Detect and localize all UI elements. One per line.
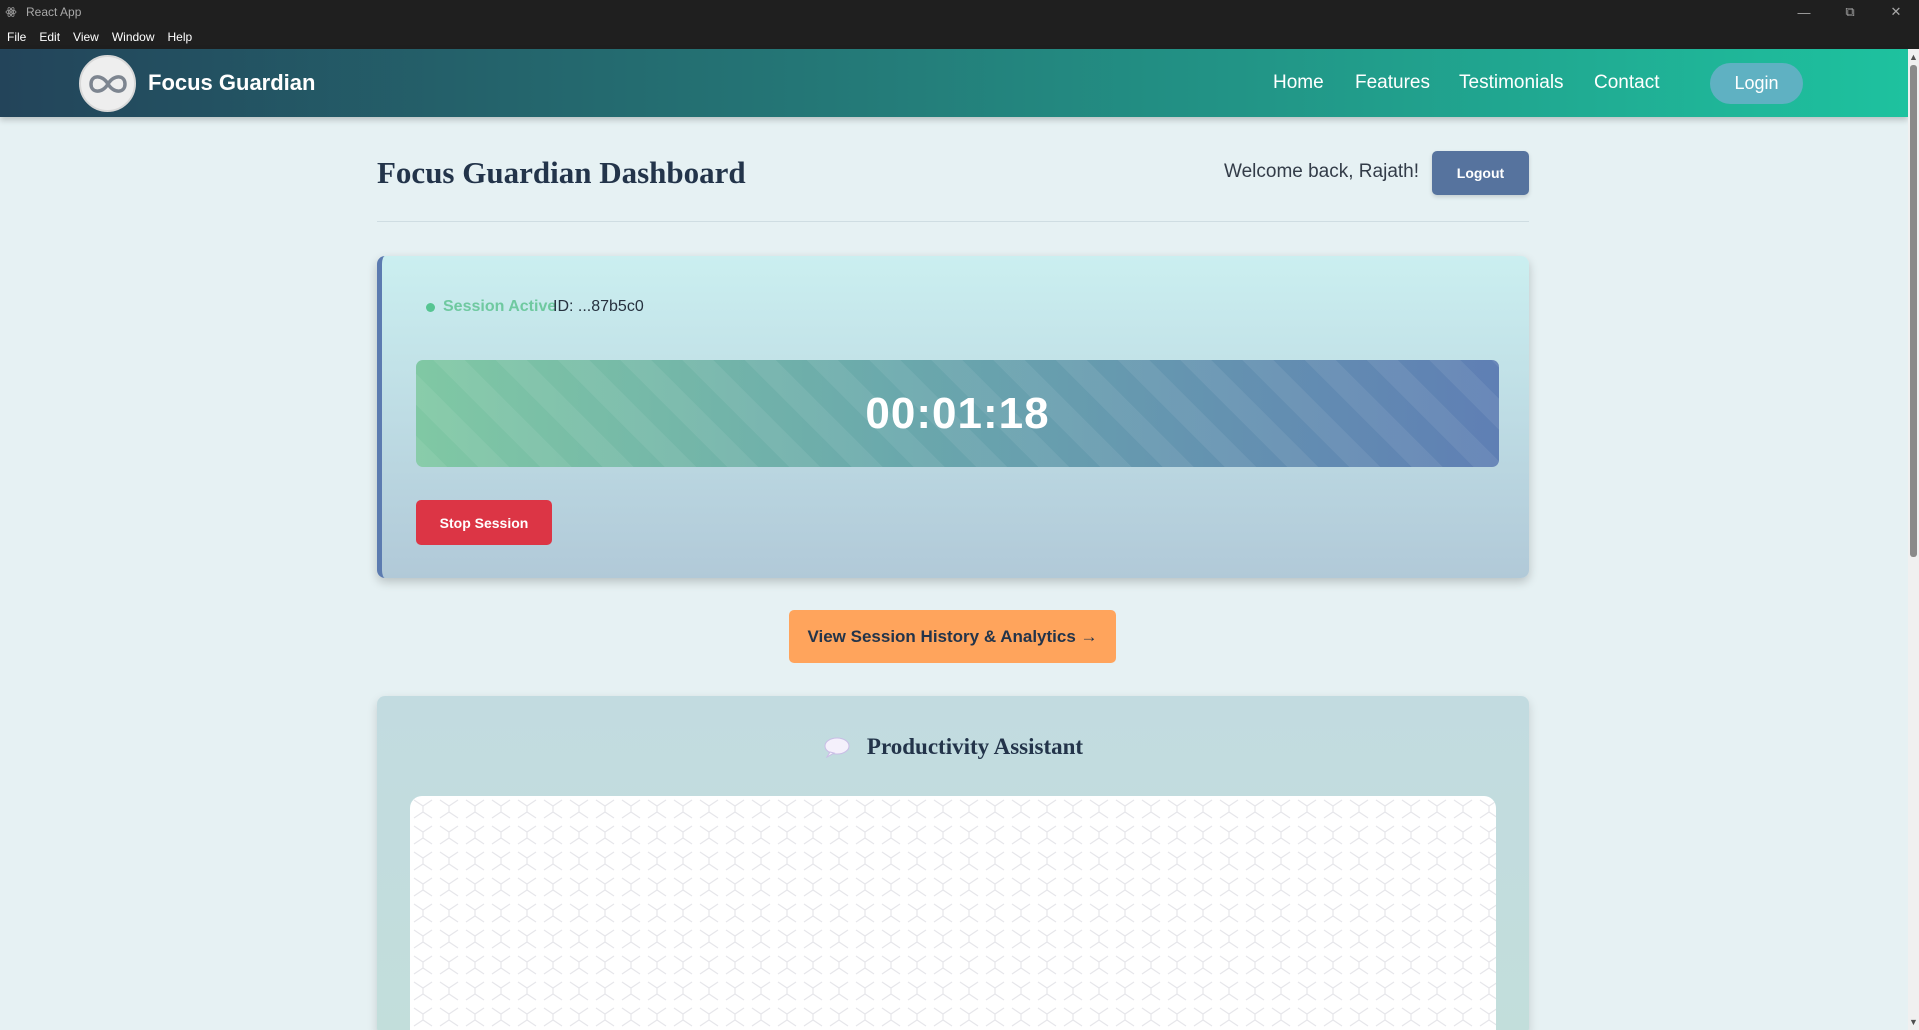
page-title: Focus Guardian Dashboard	[377, 155, 746, 190]
status-dot-icon	[426, 302, 435, 312]
scroll-up-icon[interactable]: ▲	[1908, 51, 1919, 63]
minimize-icon[interactable]: —	[1781, 0, 1827, 24]
session-timer: 00:01:18	[416, 360, 1499, 467]
welcome-message: Welcome back, Rajath!	[1224, 161, 1420, 182]
session-status: Session Active	[426, 298, 556, 316]
restore-icon[interactable]: ⧉	[1827, 0, 1873, 24]
menu-help[interactable]: Help	[168, 30, 193, 44]
menu-file[interactable]: File	[7, 30, 26, 44]
page-scrollbar[interactable]: ▲ ▼	[1908, 49, 1919, 1030]
scroll-thumb[interactable]	[1910, 65, 1917, 557]
window-titlebar: React App — ⧉ ✕	[0, 0, 1919, 24]
menu-edit[interactable]: Edit	[39, 30, 60, 44]
navbar: Focus Guardian Home Features Testimonial…	[0, 49, 1908, 117]
infinity-logo-icon	[88, 74, 127, 93]
assistant-header: Productivity Assistant	[377, 734, 1529, 760]
react-logo-icon	[4, 5, 18, 19]
view-history-button[interactable]: View Session History & Analytics →	[789, 610, 1116, 663]
brand-logo[interactable]	[79, 55, 136, 112]
logout-button[interactable]: Logout	[1432, 151, 1529, 195]
assistant-title: Productivity Assistant	[866, 734, 1084, 759]
nav-link-home[interactable]: Home	[1273, 72, 1324, 94]
nav-link-features[interactable]: Features	[1355, 72, 1430, 94]
assistant-card: Productivity Assistant	[377, 696, 1529, 1030]
menu-bar: File Edit View Window Help	[0, 24, 1919, 49]
login-button[interactable]: Login	[1710, 63, 1803, 104]
chat-background-pattern	[410, 796, 1496, 1030]
session-id: ID: ...87b5c0	[553, 298, 644, 315]
menu-view[interactable]: View	[73, 30, 99, 44]
nav-link-contact[interactable]: Contact	[1594, 72, 1659, 94]
status-text: Session Active	[443, 298, 557, 315]
close-icon[interactable]: ✕	[1873, 0, 1919, 24]
chat-bubble-icon	[824, 737, 850, 758]
brand-name[interactable]: Focus Guardian	[148, 70, 315, 96]
scroll-down-icon[interactable]: ▼	[1908, 1016, 1919, 1028]
header-divider	[377, 221, 1529, 222]
timer-value: 00:01:18	[865, 388, 1050, 438]
stop-session-button[interactable]: Stop Session	[416, 500, 552, 545]
menu-window[interactable]: Window	[112, 30, 155, 44]
session-card: Session Active ID: ...87b5c0 00:01:18 St…	[377, 256, 1529, 578]
window-title: React App	[26, 5, 82, 19]
nav-link-testimonials[interactable]: Testimonials	[1459, 72, 1564, 94]
window-controls: — ⧉ ✕	[1781, 0, 1919, 24]
chat-messages-area[interactable]	[410, 796, 1496, 1030]
